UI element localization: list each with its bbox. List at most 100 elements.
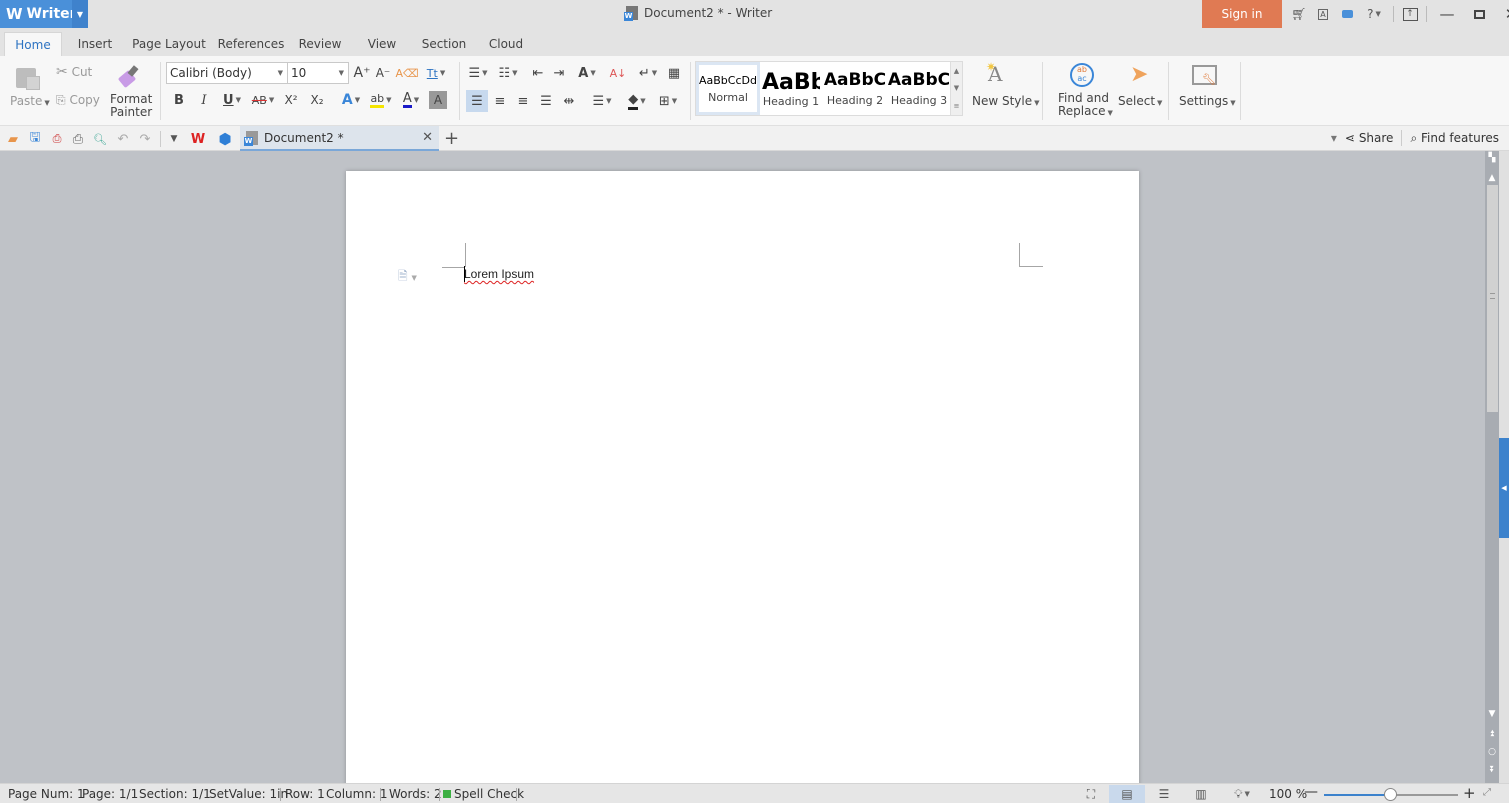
tab-page-layout[interactable]: Page Layout xyxy=(132,32,206,56)
table-icon[interactable]: ▦ xyxy=(663,62,685,84)
show-marks-icon[interactable]: ↵ ▼ xyxy=(634,62,662,84)
decrease-indent-icon[interactable]: ⇤ xyxy=(527,62,549,84)
font-size-select[interactable]: 10 ▼ xyxy=(287,62,349,84)
line-spacing-icon[interactable]: ☰ ▼ xyxy=(588,90,616,112)
document-text[interactable]: Lorem Ipsum xyxy=(464,267,534,281)
grow-font-button[interactable]: A⁺ xyxy=(351,62,373,84)
style-heading-1[interactable]: AaBb Heading 1 xyxy=(760,62,822,115)
borders-icon[interactable]: ⊞ ▼ xyxy=(654,90,682,112)
browse-object-icon[interactable]: ○ xyxy=(1485,747,1499,757)
close-tab-icon[interactable]: ✕ xyxy=(422,130,433,145)
paragraph-menu-icon[interactable]: 🗎︎ ▼ xyxy=(398,267,417,288)
font-family-select[interactable]: Calibri (Body) ▼ xyxy=(166,62,288,84)
minimize-button[interactable]: — xyxy=(1431,0,1463,28)
app-menu-dropdown[interactable]: ▼ xyxy=(72,0,88,28)
document-tab[interactable]: Document2 * ✕ xyxy=(240,126,439,151)
find-replace-icon[interactable]: ab ac xyxy=(1070,63,1094,87)
increase-indent-icon[interactable]: ⇥ xyxy=(548,62,570,84)
feedback-icon[interactable] xyxy=(1335,0,1359,28)
print-icon[interactable]: ⎙ xyxy=(68,129,88,149)
find-features-button[interactable]: ⌕ Find features xyxy=(1410,131,1499,146)
undo-icon[interactable]: ↶ xyxy=(113,129,133,149)
zoom-out-button[interactable]: — xyxy=(1304,784,1318,800)
strikethrough-button[interactable]: AB ▼ xyxy=(249,89,277,111)
tab-home[interactable]: Home xyxy=(4,32,62,56)
underline-button[interactable]: U ▼ xyxy=(218,89,246,111)
font-color-icon[interactable]: A ▼ xyxy=(397,89,425,111)
tab-section[interactable]: Section xyxy=(418,32,470,56)
style-heading-2[interactable]: AaBbC Heading 2 xyxy=(823,62,887,115)
char-shading-icon[interactable]: A xyxy=(429,91,447,109)
copy-button[interactable]: ⎘ Copy xyxy=(56,93,100,108)
settings-button[interactable]: Settings ▼ xyxy=(1179,94,1236,108)
fit-window-icon[interactable]: ⤢ xyxy=(1483,787,1491,798)
tab-insert[interactable]: Insert xyxy=(72,32,118,56)
distributed-icon[interactable]: ⇹ xyxy=(558,90,580,112)
sort-icon[interactable]: A↓ xyxy=(607,62,629,84)
customize-dropdown-icon[interactable]: ▼ xyxy=(164,129,184,149)
close-button[interactable]: ✕ xyxy=(1495,0,1509,28)
justify-button[interactable]: ☰ xyxy=(535,90,557,112)
text-direction-icon[interactable]: Tt ▼ xyxy=(422,62,450,84)
share-button[interactable]: ⋖ Share xyxy=(1345,131,1394,145)
full-screen-view-icon[interactable]: ⛶ xyxy=(1073,785,1109,803)
cart-icon[interactable]: 🛒︎ xyxy=(1287,0,1311,28)
italic-button[interactable]: I xyxy=(193,89,215,111)
vertical-scrollbar[interactable]: ▚ ▲ ▼ ⏫︎ ○ ⏬︎ xyxy=(1485,151,1499,783)
align-center-button[interactable]: ≡ xyxy=(489,90,511,112)
zoom-slider[interactable] xyxy=(1324,788,1458,801)
tab-view[interactable]: View xyxy=(362,32,402,56)
reading-mode-icon[interactable]: 💡︎ ▼ xyxy=(1222,785,1262,803)
select-button[interactable]: Select ▼ xyxy=(1118,94,1162,108)
format-painter-icon[interactable] xyxy=(117,64,140,89)
zoom-slider-knob[interactable] xyxy=(1384,788,1397,801)
clear-format-icon[interactable]: A⌫ xyxy=(395,62,418,84)
scroll-down-icon[interactable]: ▼ xyxy=(1485,709,1499,719)
print-preview-icon[interactable]: 🔍︎ xyxy=(90,129,110,149)
style-normal[interactable]: AaBbCcDd Normal xyxy=(696,62,760,115)
new-style-icon[interactable]: ✷ A xyxy=(986,60,1002,86)
status-section[interactable]: Section: 1/1 xyxy=(139,787,211,801)
subscript-button[interactable]: X₂ xyxy=(306,89,328,111)
align-left-button[interactable]: ☰ xyxy=(466,90,488,112)
paste-icon[interactable] xyxy=(14,64,42,90)
status-set-value[interactable]: SetValue: 1in xyxy=(209,787,288,801)
side-panel-toggle[interactable]: ◀ xyxy=(1499,438,1509,538)
pin-icon[interactable]: ▾ xyxy=(1331,131,1337,145)
paste-button[interactable]: Paste ▼ xyxy=(10,94,50,108)
collapse-ribbon-icon[interactable]: ↑ xyxy=(1398,0,1422,28)
superscript-button[interactable]: X² xyxy=(280,89,302,111)
styles-scroll[interactable]: ▲ ▼ ≡ xyxy=(950,62,962,115)
find-replace-button[interactable]: Find and Replace ▼ xyxy=(1058,92,1113,120)
style-heading-3[interactable]: AaBbC Heading 3 xyxy=(887,62,951,115)
align-right-button[interactable]: ≡ xyxy=(512,90,534,112)
sign-in-button[interactable]: Sign in xyxy=(1202,0,1282,28)
new-style-button[interactable]: New Style ▼ xyxy=(972,94,1040,108)
skin-icon[interactable]: A xyxy=(1311,0,1335,28)
numbering-icon[interactable]: ☷ ▼ xyxy=(494,62,522,84)
spell-check-toggle[interactable]: Spell Check xyxy=(443,787,524,801)
help-button[interactable]: ? ▼ xyxy=(1359,0,1389,28)
open-folder-icon[interactable]: ▰ xyxy=(3,129,23,149)
bold-button[interactable]: B xyxy=(168,89,190,111)
outline-view-icon[interactable]: ☰ xyxy=(1146,785,1182,803)
cloud-box-icon[interactable]: ⬢ xyxy=(215,129,235,149)
next-page-icon[interactable]: ⏬︎ xyxy=(1485,765,1499,775)
wps-logo-icon[interactable]: W xyxy=(188,129,208,149)
previous-page-icon[interactable]: ⏫︎ xyxy=(1485,729,1499,739)
new-tab-button[interactable]: + xyxy=(444,128,459,149)
paragraph-shading-icon[interactable]: ◆ ▼ xyxy=(622,90,652,112)
settings-icon[interactable]: 🔧︎ xyxy=(1192,65,1217,86)
tab-review[interactable]: Review xyxy=(296,32,344,56)
zoom-in-button[interactable]: + xyxy=(1463,784,1476,802)
zoom-level[interactable]: 100 % xyxy=(1269,787,1307,801)
status-page-num[interactable]: Page Num: 1 xyxy=(8,787,85,801)
document-page[interactable]: 🗎︎ ▼ Lorem Ipsum xyxy=(346,171,1139,791)
page-view-icon[interactable]: ▤ xyxy=(1109,785,1145,803)
select-cursor-icon[interactable]: ➤ xyxy=(1130,62,1148,87)
bullets-icon[interactable]: ☰ ▼ xyxy=(464,62,492,84)
format-painter-button[interactable]: Format Painter xyxy=(110,93,152,119)
save-icon[interactable]: 🖫︎ xyxy=(25,129,45,149)
change-case-icon[interactable]: A ▼ xyxy=(573,62,601,84)
maximize-button[interactable] xyxy=(1463,0,1495,28)
